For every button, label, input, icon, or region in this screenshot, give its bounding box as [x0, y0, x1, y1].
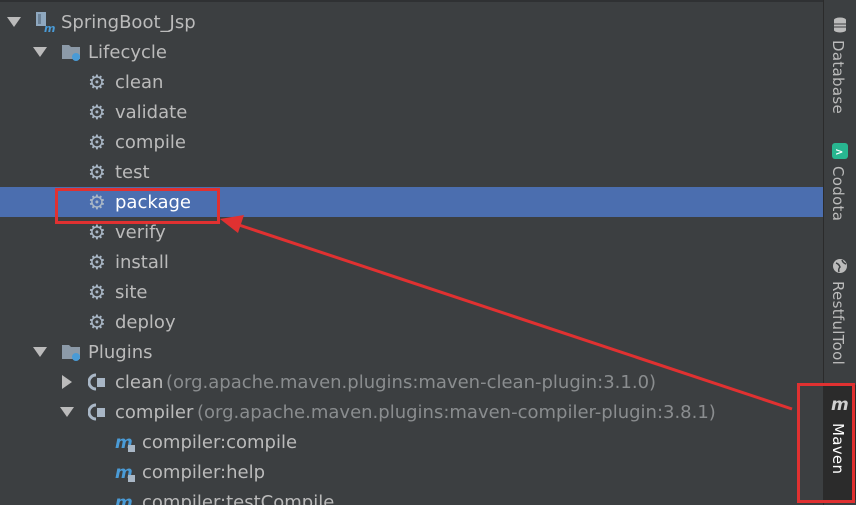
annotation-arrow	[220, 215, 793, 411]
